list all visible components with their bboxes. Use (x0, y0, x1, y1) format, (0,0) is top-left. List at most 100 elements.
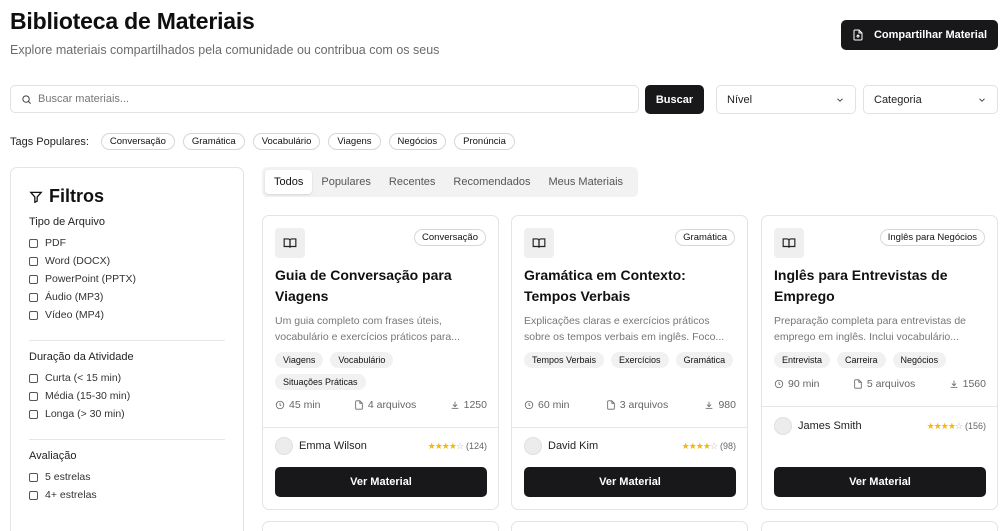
filter-icon (29, 191, 43, 203)
clock-icon (774, 379, 784, 389)
filter-option-short[interactable]: Curta (< 15 min) (29, 369, 225, 387)
book-icon (524, 228, 554, 258)
checkbox[interactable] (29, 391, 38, 401)
checkbox[interactable] (29, 256, 38, 266)
popular-tag[interactable]: Pronúncia (454, 133, 515, 150)
tab-recommended[interactable]: Recomendados (444, 170, 539, 194)
duration: 90 min (774, 378, 820, 390)
filter-option-mp3[interactable]: Áudio (MP3) (29, 288, 225, 306)
material-description: Um guia completo com frases úteis, vocab… (275, 315, 461, 343)
tab-all[interactable]: Todos (265, 170, 313, 194)
category-select[interactable]: Categoria (863, 85, 998, 114)
checkbox[interactable] (29, 373, 38, 383)
checkbox[interactable] (29, 238, 38, 248)
material-title[interactable]: Gramática em Contexto: Tempos Verbais (524, 265, 739, 307)
material-card-partial (511, 521, 748, 531)
share-material-button[interactable]: Compartilhar Material (841, 20, 998, 50)
category-select-value: Categoria (874, 93, 922, 106)
filter-option-medium[interactable]: Média (15-30 min) (29, 387, 225, 405)
view-material-button[interactable]: Ver Material (275, 467, 487, 497)
review-count: (156) (964, 421, 986, 431)
material-tag[interactable]: Exercícios (611, 352, 669, 368)
material-tag[interactable]: Viagens (275, 352, 324, 368)
material-meta: 45 min 4 arquivos 1250 (275, 399, 487, 411)
tab-popular[interactable]: Populares (312, 170, 380, 194)
material-card-partial (262, 521, 499, 531)
popular-tag[interactable]: Vocabulário (252, 133, 321, 150)
material-tag[interactable]: Situações Práticas (275, 374, 366, 390)
tab-my-materials[interactable]: Meus Materiais (539, 170, 632, 194)
file-icon (854, 379, 862, 389)
filter-option-pptx[interactable]: PowerPoint (PPTX) (29, 270, 225, 288)
filter-option-pdf[interactable]: PDF (29, 234, 225, 252)
category-badge: Conversação (414, 229, 486, 246)
divider (29, 439, 225, 440)
download-icon (950, 380, 957, 388)
avatar (275, 437, 293, 455)
author-name[interactable]: Emma Wilson (299, 440, 367, 452)
material-tag[interactable]: Gramática (675, 352, 734, 368)
material-card: Gramática Gramática em Contexto: Tempos … (511, 215, 748, 510)
filter-option-5-stars[interactable]: 5 estrelas (29, 468, 225, 486)
popular-tag[interactable]: Gramática (182, 133, 245, 150)
category-badge: Inglês para Negócios (879, 229, 985, 246)
popular-tag[interactable]: Viagens (328, 133, 381, 150)
download-icon (706, 401, 713, 409)
filter-option-label: Média (15-30 min) (45, 390, 131, 402)
clock-icon (275, 400, 285, 410)
view-material-button[interactable]: Ver Material (774, 467, 986, 497)
material-tag[interactable]: Vocabulário (330, 352, 394, 368)
filter-group-title: Tipo de Arquivo (29, 216, 106, 228)
filter-option-label: Word (DOCX) (45, 255, 111, 267)
author-row: James Smith ★★★★☆ (156) (774, 417, 986, 435)
search-button[interactable]: Buscar (645, 85, 704, 114)
view-material-button[interactable]: Ver Material (524, 467, 736, 497)
file-count-value: 4 arquivos (367, 399, 417, 411)
filter-option-docx[interactable]: Word (DOCX) (29, 252, 225, 270)
checkbox[interactable] (29, 292, 38, 302)
filter-option-4-stars[interactable]: 4+ estrelas (29, 486, 225, 504)
filter-option-long[interactable]: Longa (> 30 min) (29, 405, 225, 423)
filter-option-label: Curta (< 15 min) (45, 372, 122, 384)
divider (29, 340, 225, 341)
author-name[interactable]: David Kim (548, 440, 598, 452)
material-title[interactable]: Guia de Conversação para Viagens (275, 265, 490, 307)
material-card: Conversação Guia de Conversação para Via… (262, 215, 499, 510)
file-count-value: 3 arquivos (619, 399, 669, 411)
divider (263, 427, 498, 428)
review-count: (124) (465, 441, 487, 451)
checkbox[interactable] (29, 490, 38, 500)
avatar (524, 437, 542, 455)
popular-tags: Tags Populares: Conversação Gramática Vo… (10, 133, 515, 150)
file-icon (355, 400, 363, 410)
page-title: Biblioteca de Materiais (10, 8, 255, 34)
tab-recent[interactable]: Recentes (380, 170, 444, 194)
filters-panel: Filtros Tipo de Arquivo PDF Word (DOCX) … (10, 167, 244, 531)
author-row: David Kim ★★★★☆ (98) (524, 437, 736, 455)
filter-option-mp4[interactable]: Vídeo (MP4) (29, 306, 225, 324)
material-tag[interactable]: Entrevista (774, 352, 831, 368)
material-tag[interactable]: Carreira (837, 352, 886, 368)
level-select[interactable]: Nível (716, 85, 856, 114)
material-description: Explicações claras e exercícios práticos… (524, 315, 725, 343)
book-icon (774, 228, 804, 258)
material-tag[interactable]: Tempos Verbais (524, 352, 605, 368)
checkbox[interactable] (29, 409, 38, 419)
popular-tag[interactable]: Negócios (388, 133, 447, 150)
material-title[interactable]: Inglês para Entrevistas de Emprego (774, 265, 989, 307)
material-tags: Entrevista Carreira Negócios (774, 352, 989, 368)
checkbox[interactable] (29, 472, 38, 482)
material-tag[interactable]: Negócios (892, 352, 947, 368)
checkbox[interactable] (29, 310, 38, 320)
clock-icon (524, 400, 534, 410)
filter-option-label: PDF (45, 237, 66, 249)
file-count: 4 arquivos (354, 399, 416, 411)
search-input[interactable] (38, 93, 618, 105)
popular-tag[interactable]: Conversação (100, 133, 175, 150)
checkbox[interactable] (29, 274, 38, 284)
author-name[interactable]: James Smith (798, 420, 862, 432)
search-box[interactable] (10, 85, 639, 113)
material-tabs: Todos Populares Recentes Recomendados Me… (262, 167, 638, 197)
file-count: 3 arquivos (606, 399, 668, 411)
popular-tags-label: Tags Populares: (10, 135, 89, 148)
